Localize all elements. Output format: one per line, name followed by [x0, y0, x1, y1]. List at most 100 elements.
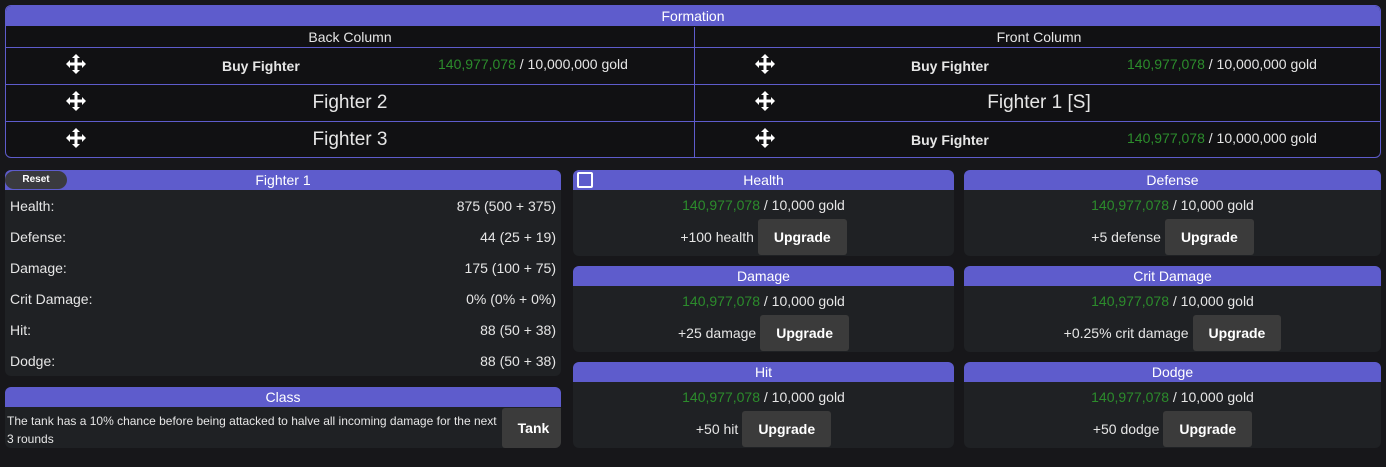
formation-title: Formation — [6, 6, 1380, 26]
upgrade-damage-button[interactable]: Upgrade — [760, 315, 850, 351]
stat-label: Damage: — [10, 260, 67, 276]
gold-price: / 10,000 gold — [760, 197, 845, 213]
class-title: Class — [5, 387, 561, 407]
fighter-stats-header: Reset Fighter 1 — [5, 170, 561, 190]
upgrade-hit-button[interactable]: Upgrade — [742, 411, 832, 447]
upgrade-cost: 140,977,078 / 10,000 gold — [573, 386, 954, 408]
crit-damage-upgrade-card: Crit Damage 140,977,078 / 10,000 gold +0… — [964, 266, 1381, 352]
tank-class-button[interactable]: Tank — [502, 408, 561, 448]
upgrade-increment: +25 damage — [677, 325, 757, 341]
gold-owned: 140,977,078 — [682, 293, 760, 309]
upgrade-dodge-button[interactable]: Upgrade — [1163, 411, 1253, 447]
stat-row-hit: Hit: 88 (50 + 38) — [5, 315, 561, 346]
move-arrows-icon[interactable] — [66, 91, 86, 111]
gold-price: / 10,000 gold — [1169, 389, 1254, 405]
back-column-title: Back Column — [6, 27, 694, 48]
gold-price: / 10,000 gold — [760, 389, 845, 405]
fighter-name[interactable]: Fighter 3 — [6, 122, 694, 157]
upgrade-cost: 140,977,078 / 10,000 gold — [573, 290, 954, 312]
stat-row-damage: Damage: 175 (100 + 75) — [5, 253, 561, 284]
upgrade-cost: 140,977,078 / 10,000 gold — [964, 194, 1381, 216]
fighter-cost: 140,977,078 / 10,000,000 gold — [1127, 48, 1317, 80]
health-upgrade-title: Health — [573, 170, 954, 190]
back-slot-1[interactable]: Buy Fighter 140,977,078 / 10,000,000 gol… — [6, 48, 694, 85]
fighter-cost: 140,977,078 / 10,000,000 gold — [438, 48, 628, 80]
damage-upgrade-title: Damage — [573, 266, 954, 286]
upgrade-health-button[interactable]: Upgrade — [757, 219, 847, 255]
stat-value: 875 (500 + 375) — [456, 198, 556, 214]
gold-price: / 10,000 gold — [1169, 293, 1254, 309]
upgrade-cost: 140,977,078 / 10,000 gold — [573, 194, 954, 216]
stat-row-health: Health: 875 (500 + 375) — [5, 191, 561, 222]
upgrade-cost: 140,977,078 / 10,000 gold — [964, 386, 1381, 408]
stat-label: Hit: — [10, 322, 31, 338]
buy-fighter-button[interactable]: Buy Fighter — [911, 122, 989, 157]
stat-value: 175 (100 + 75) — [464, 260, 556, 276]
gold-owned: 140,977,078 — [1091, 197, 1169, 213]
class-panel: Class The tank has a 10% chance before b… — [5, 387, 561, 448]
back-slot-3[interactable]: Fighter 3 — [6, 122, 694, 157]
stat-row-crit-damage: Crit Damage: 0% (0% + 0%) — [5, 284, 561, 315]
upgrade-cost: 140,977,078 / 10,000 gold — [964, 290, 1381, 312]
crit-damage-upgrade-title: Crit Damage — [964, 266, 1381, 286]
class-description: The tank has a 10% chance before being a… — [7, 414, 497, 446]
reset-button[interactable]: Reset — [5, 171, 67, 189]
health-upgrade-card: Health 140,977,078 / 10,000 gold +100 he… — [573, 170, 954, 256]
upgrade-increment: +100 health — [680, 229, 754, 245]
fighter-name[interactable]: Fighter 1 [S] — [695, 85, 1380, 121]
back-slot-2[interactable]: Fighter 2 — [6, 85, 694, 122]
front-slot-1[interactable]: Buy Fighter 140,977,078 / 10,000,000 gol… — [695, 48, 1380, 85]
move-arrows-icon[interactable] — [755, 54, 775, 74]
buy-fighter-button[interactable]: Buy Fighter — [222, 48, 300, 84]
move-arrows-icon[interactable] — [755, 91, 775, 111]
upgrade-increment: +0.25% crit damage — [1063, 325, 1189, 341]
stat-value: 88 (50 + 38) — [480, 322, 556, 338]
stat-row-dodge: Dodge: 88 (50 + 38) — [5, 346, 561, 376]
dodge-upgrade-title: Dodge — [964, 362, 1381, 382]
stat-label: Health: — [10, 198, 55, 214]
front-column: Front Column Buy Fighter 140,977,078 / 1… — [695, 27, 1380, 157]
gold-owned: 140,977,078 — [1127, 56, 1205, 72]
gold-price: / 10,000 gold — [760, 293, 845, 309]
stat-label: Defense: — [10, 229, 67, 245]
gold-owned: 140,977,078 — [682, 197, 760, 213]
damage-upgrade-card: Damage 140,977,078 / 10,000 gold +25 dam… — [573, 266, 954, 352]
buy-fighter-button[interactable]: Buy Fighter — [911, 48, 989, 84]
fighter-cost: 140,977,078 / 10,000,000 gold — [1127, 122, 1317, 154]
move-arrows-icon[interactable] — [66, 128, 86, 148]
move-arrows-icon[interactable] — [66, 54, 86, 74]
hit-upgrade-title: Hit — [573, 362, 954, 382]
defense-upgrade-title: Defense — [964, 170, 1381, 190]
stat-value: 88 (50 + 38) — [480, 353, 556, 369]
move-arrows-icon[interactable] — [755, 128, 775, 148]
gold-owned: 140,977,078 — [682, 389, 760, 405]
dodge-upgrade-card: Dodge 140,977,078 / 10,000 gold +50 dodg… — [964, 362, 1381, 448]
gold-owned: 140,977,078 — [438, 56, 516, 72]
back-column: Back Column Buy Fighter 140,977,078 / 10… — [6, 27, 695, 157]
upgrade-increment: +50 dodge — [1092, 421, 1160, 437]
gold-owned: 140,977,078 — [1091, 293, 1169, 309]
fighter-stats-title: Fighter 1 — [255, 172, 311, 188]
fighter-name[interactable]: Fighter 2 — [6, 85, 694, 121]
upgrade-crit-damage-button[interactable]: Upgrade — [1192, 315, 1282, 351]
fighter-stats-panel: Reset Fighter 1 Health: 875 (500 + 375) D… — [5, 170, 561, 376]
front-column-title: Front Column — [695, 27, 1380, 48]
stat-label: Crit Damage: — [10, 291, 93, 307]
hit-upgrade-card: Hit 140,977,078 / 10,000 gold +50 hit Upg… — [573, 362, 954, 448]
stat-value: 44 (25 + 19) — [480, 229, 556, 245]
gold-price: / 10,000,000 gold — [515, 56, 628, 72]
front-slot-2[interactable]: Fighter 1 [S] — [695, 85, 1380, 122]
gold-price: / 10,000 gold — [1169, 197, 1254, 213]
stat-row-defense: Defense: 44 (25 + 19) — [5, 222, 561, 253]
upgrade-defense-button[interactable]: Upgrade — [1164, 219, 1254, 255]
defense-upgrade-card: Defense 140,977,078 / 10,000 gold +5 def… — [964, 170, 1381, 256]
gold-price: / 10,000,000 gold — [1204, 56, 1317, 72]
stat-value: 0% (0% + 0%) — [466, 291, 556, 307]
stat-label: Dodge: — [10, 353, 56, 369]
checkbox-icon[interactable] — [577, 172, 593, 188]
upgrade-increment: +50 hit — [695, 421, 739, 437]
upgrade-title-text: Health — [743, 172, 784, 188]
front-slot-3[interactable]: Buy Fighter 140,977,078 / 10,000,000 gol… — [695, 122, 1380, 157]
upgrade-increment: +5 defense — [1091, 229, 1161, 245]
formation-panel: Formation Back Column Buy Fighter 140,97… — [5, 5, 1381, 158]
